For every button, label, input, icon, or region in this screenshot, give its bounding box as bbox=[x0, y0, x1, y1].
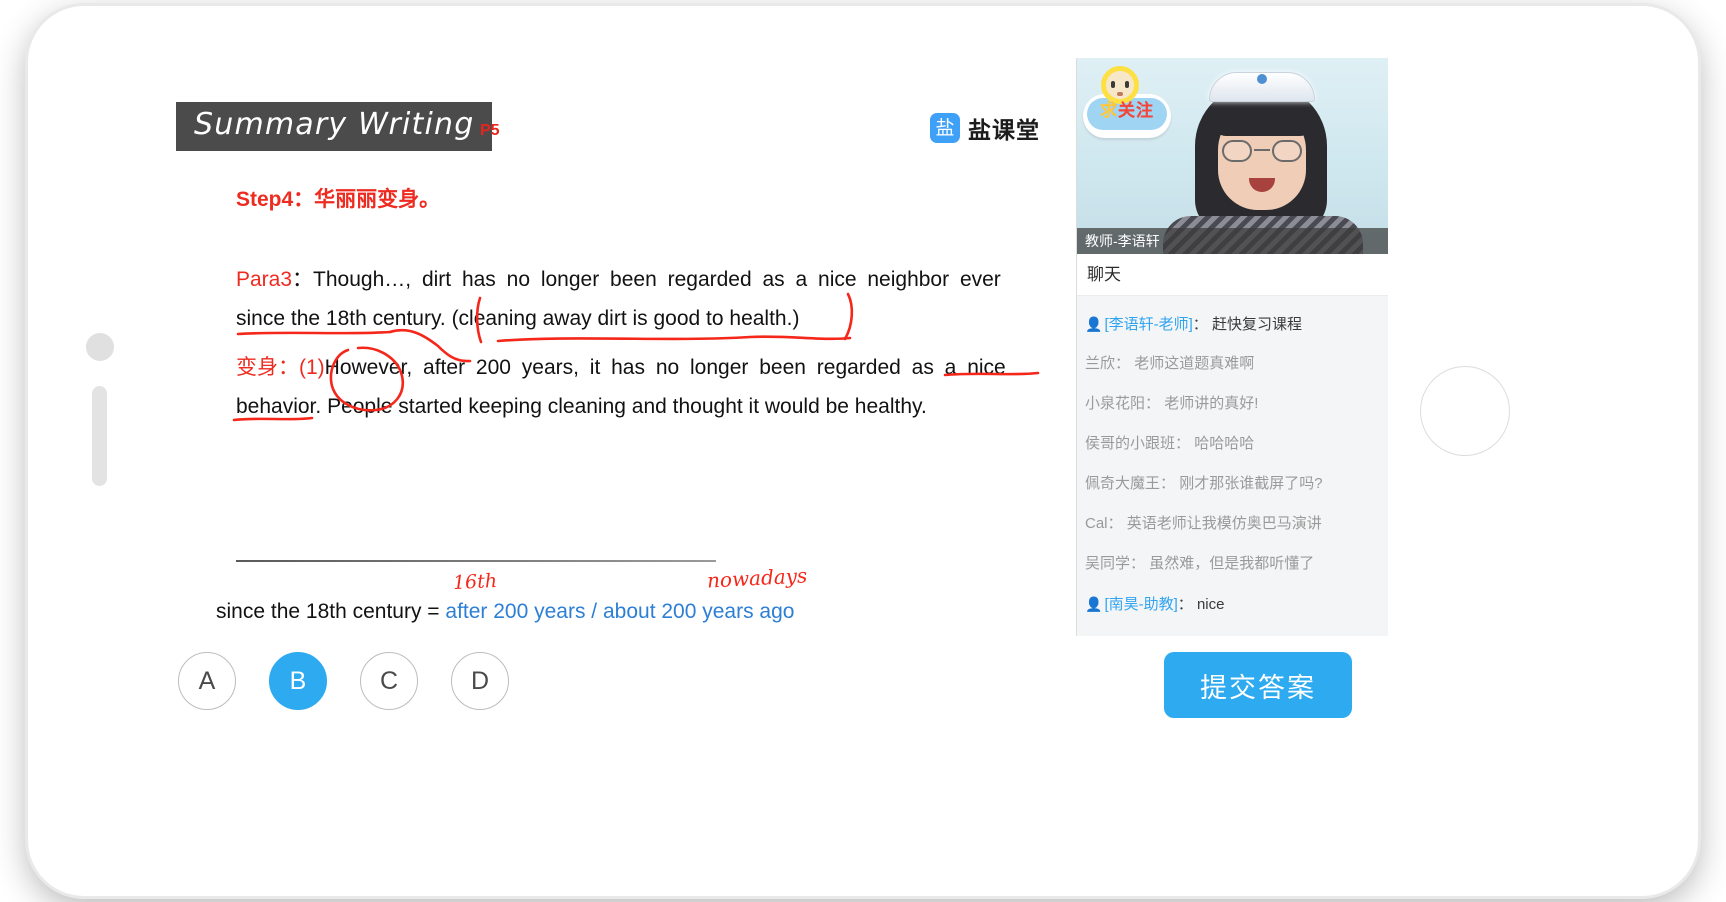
para3-text-line1: Though…, dirt has no longer been regarde… bbox=[313, 268, 1001, 291]
chat-separator: ： bbox=[1192, 316, 1208, 333]
chat-message-text: 赶快复习课程 bbox=[1207, 316, 1302, 333]
brand-name: 盐课堂 bbox=[968, 117, 1040, 143]
lesson-slide: Summary Writing P5 盐 盐课堂 Step4：华丽丽变身。 Pa… bbox=[150, 58, 1076, 636]
right-panel: 求关注 教师-李语轩 聊天 👤 [李语轩-老师]： 赶快复习课程 兰欣： 老师这道题… bbox=[1076, 58, 1388, 636]
chat-sender-name: [李语轩-老师] bbox=[1104, 316, 1193, 333]
chat-sender-name: 小泉花阳 bbox=[1085, 395, 1146, 412]
answer-options: ABCD bbox=[178, 652, 509, 710]
chat-sender-name: Cal bbox=[1085, 515, 1108, 532]
bianshen-number: (1) bbox=[299, 356, 325, 379]
chat-message: Cal： 英语老师让我模仿奥巴马演讲 bbox=[1077, 504, 1388, 544]
answer-option-a[interactable]: A bbox=[178, 652, 236, 710]
slide-divider bbox=[236, 560, 716, 562]
glasses-bridge bbox=[1254, 149, 1270, 151]
teacher-fringe bbox=[1213, 98, 1313, 136]
chat-message-text: 英语老师让我模仿奥巴马演讲 bbox=[1122, 515, 1322, 532]
chat-message: 吴同学： 虽然难，但是我都听懂了 bbox=[1077, 544, 1388, 584]
page-title: Summary Writing bbox=[194, 107, 475, 142]
equivalence-target: after 200 years / about 200 years ago bbox=[445, 600, 795, 623]
sticker-eye-left bbox=[1111, 81, 1115, 88]
slide-header: Summary Writing P5 盐 盐课堂 bbox=[150, 58, 1076, 168]
bianshen-label: 变身 bbox=[236, 356, 278, 379]
chat-sender-name: 侯哥的小跟班 bbox=[1085, 435, 1176, 452]
chat-panel-header: 聊天 bbox=[1077, 254, 1388, 296]
sticker-char-3: 注 bbox=[1136, 101, 1154, 120]
chat-sender-name: 兰欣 bbox=[1085, 355, 1116, 372]
sticker-char-1: 求 bbox=[1100, 101, 1118, 120]
home-button[interactable] bbox=[86, 333, 114, 361]
chat-separator: ： bbox=[1145, 395, 1161, 412]
submit-answer-button[interactable]: 提交答案 bbox=[1164, 652, 1352, 718]
person-icon: 👤 bbox=[1085, 316, 1103, 332]
brand-logo: 盐 盐课堂 bbox=[930, 111, 1040, 145]
chat-message: 小泉花阳： 老师讲的真好! bbox=[1077, 384, 1388, 424]
chat-message-text: 老师这道题真难啊 bbox=[1130, 355, 1255, 372]
chat-message: 兰欣： 老师这道题真难啊 bbox=[1077, 344, 1388, 384]
answer-option-d[interactable]: D bbox=[451, 652, 509, 710]
chat-message-text: 刚才那张谁截屏了吗? bbox=[1175, 475, 1323, 492]
chat-separator: ： bbox=[1177, 596, 1193, 613]
chat-separator: ： bbox=[1107, 515, 1123, 532]
bianshen-text-line1: However, after 200 years, it has no long… bbox=[324, 356, 1006, 379]
bianshen-line2: behavior. People started keeping cleanin… bbox=[236, 395, 927, 419]
chat-message-text: 老师讲的真好! bbox=[1160, 395, 1259, 412]
sticker-char-2: 关 bbox=[1118, 101, 1136, 120]
crown-gem-icon bbox=[1257, 74, 1267, 84]
right-bezel-circle bbox=[1420, 366, 1510, 456]
teacher-video-feed[interactable]: 求关注 教师-李语轩 bbox=[1077, 58, 1388, 254]
teacher-name-label: 教师-李语轩 bbox=[1077, 228, 1388, 254]
step-heading: Step4：华丽丽变身。 bbox=[236, 188, 441, 211]
chat-message-list[interactable]: 👤 [李语轩-老师]： 赶快复习课程 兰欣： 老师这道题真难啊 小泉花阳： 老师讲的真… bbox=[1077, 296, 1388, 636]
answer-option-c[interactable]: C bbox=[360, 652, 418, 710]
para3-text-line2: since the 18th century. (cleaning away d… bbox=[236, 307, 800, 330]
handwritten-note-16th: 16th bbox=[452, 569, 498, 595]
page-number-label: P5 bbox=[480, 122, 500, 139]
chat-message: 👤 [南昊-助教]： nice bbox=[1077, 584, 1388, 624]
chat-separator: ： bbox=[1175, 435, 1191, 452]
paragraph3-line2: since the 18th century. (cleaning away d… bbox=[236, 307, 799, 331]
equivalence-line: since the 18th century = after 200 years… bbox=[216, 600, 794, 624]
para3-separator: ： bbox=[292, 268, 314, 291]
bianshen-line1: 变身：(1)However, after 200 years, it has n… bbox=[236, 351, 1006, 381]
handwritten-note-nowadays: nowadays bbox=[706, 563, 808, 593]
chat-separator: ： bbox=[1130, 555, 1146, 572]
chat-message: 👤 [李语轩-老师]： 赶快复习课程 bbox=[1077, 304, 1388, 344]
chat-sender-name: [南昊-助教] bbox=[1104, 596, 1178, 613]
glasses-lens-left bbox=[1222, 140, 1252, 162]
chat-message-text: nice bbox=[1192, 596, 1225, 613]
chat-sender-name: 吴同学 bbox=[1085, 555, 1131, 572]
chat-sender-name: 佩奇大魔王 bbox=[1085, 475, 1161, 492]
tablet-device-frame: Summary Writing P5 盐 盐课堂 Step4：华丽丽变身。 Pa… bbox=[28, 6, 1698, 896]
answer-option-b[interactable]: B bbox=[269, 652, 327, 710]
chat-message-text: 哈哈哈哈 bbox=[1190, 435, 1255, 452]
brand-mark-icon: 盐 bbox=[930, 113, 960, 143]
chat-message: 佩奇大魔王： 刚才那张谁截屏了吗? bbox=[1077, 464, 1388, 504]
para3-label: Para3 bbox=[236, 268, 293, 291]
slide-title-box: Summary Writing bbox=[176, 102, 493, 151]
bianshen-separator: ： bbox=[278, 356, 299, 379]
chat-separator: ： bbox=[1160, 475, 1176, 492]
paragraph3-line1: Para3：Though…, dirt has no longer been r… bbox=[236, 263, 1036, 293]
volume-button[interactable] bbox=[92, 386, 107, 486]
sticker-eye-right bbox=[1125, 81, 1129, 88]
chat-message: 侯哥的小跟班： 哈哈哈哈 bbox=[1077, 424, 1388, 464]
glasses-icon bbox=[1222, 140, 1302, 162]
glasses-lens-right bbox=[1272, 140, 1302, 162]
person-icon: 👤 bbox=[1085, 596, 1103, 612]
answer-bar: ABCD 提交答案 bbox=[150, 644, 1388, 754]
chat-separator: ： bbox=[1115, 355, 1131, 372]
sticker-text: 求关注 bbox=[1083, 96, 1171, 126]
bianshen-text-line2: behavior. People started keeping cleanin… bbox=[236, 395, 927, 418]
chat-message-text: 虽然难，但是我都听懂了 bbox=[1145, 555, 1315, 572]
follow-sticker: 求关注 bbox=[1083, 66, 1171, 142]
screen: Summary Writing P5 盐 盐课堂 Step4：华丽丽变身。 Pa… bbox=[150, 58, 1388, 636]
equivalence-source: since the 18th century = bbox=[216, 600, 446, 623]
